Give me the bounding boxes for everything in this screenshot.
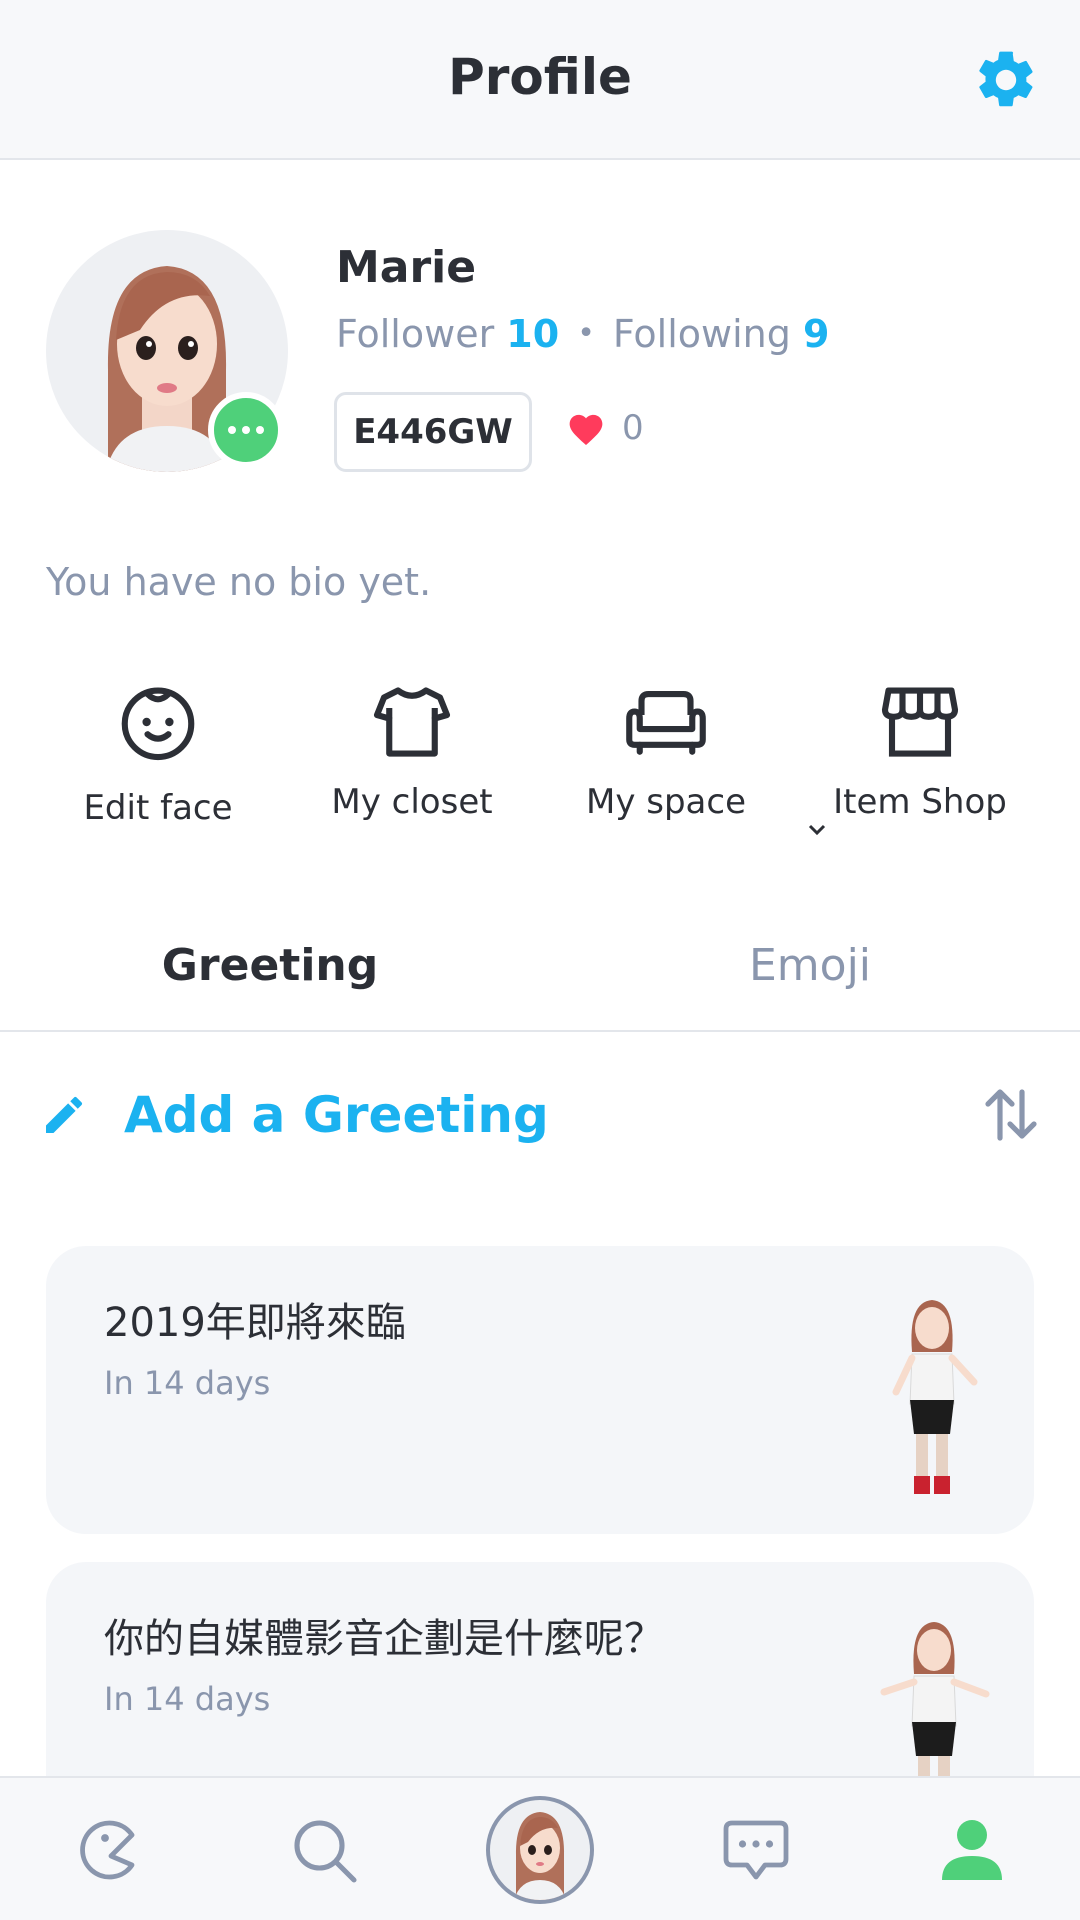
shop-icon — [881, 687, 959, 757]
chat-icon — [723, 1820, 789, 1880]
nav-profile[interactable] — [864, 1778, 1080, 1920]
action-label: My closet — [331, 782, 493, 822]
top-bar: Profile — [0, 0, 1080, 160]
item-shop-button[interactable]: Item Shop — [800, 680, 1040, 838]
follower-count: 10 — [506, 312, 560, 356]
greeting-card[interactable]: 2019年即將來臨 In 14 days — [46, 1246, 1034, 1534]
sofa-icon — [626, 690, 706, 755]
follow-stats: Follower 10 • Following 9 — [336, 312, 829, 356]
following-count: 9 — [802, 312, 830, 356]
action-label: Item Shop — [833, 782, 1007, 822]
sort-button[interactable] — [982, 1084, 1038, 1144]
likes[interactable]: 0 — [566, 408, 644, 448]
add-greeting-label: Add a Greeting — [124, 1086, 549, 1144]
edit-face-button[interactable]: Edit face — [38, 680, 278, 828]
face-icon — [121, 687, 195, 761]
page-title: Profile — [448, 48, 632, 106]
nav-home[interactable] — [0, 1778, 216, 1920]
pacman-icon — [80, 1820, 135, 1880]
greeting-schedule: In 14 days — [104, 1364, 271, 1402]
chevron-down-icon — [808, 824, 826, 836]
bio-text[interactable]: You have no bio yet. — [46, 560, 431, 604]
avatar-figure — [880, 1622, 990, 1784]
nav-search[interactable] — [216, 1778, 432, 1920]
action-label: My space — [585, 782, 746, 822]
add-greeting-button[interactable]: Add a Greeting — [40, 1080, 549, 1150]
person-icon — [942, 1820, 1002, 1880]
greeting-title: 2019年即將來臨 — [104, 1300, 406, 1346]
follower-label: Follower — [336, 312, 495, 356]
pencil-icon — [46, 1096, 83, 1133]
nav-avatar[interactable] — [432, 1778, 648, 1920]
user-code-chip[interactable]: E446GW — [334, 392, 532, 472]
my-closet-button[interactable]: My closet — [292, 680, 532, 822]
quick-actions: Edit face My closet My space Item Shop — [0, 680, 1080, 850]
shirt-icon — [373, 687, 451, 757]
likes-count: 0 — [622, 408, 644, 448]
action-label-row: Item Shop — [800, 782, 1040, 838]
user-name: Marie — [336, 242, 477, 293]
sort-icon — [985, 1089, 1037, 1141]
search-icon — [294, 1820, 357, 1883]
follower-link[interactable]: Follower 10 — [336, 312, 559, 356]
gear-icon — [979, 51, 1033, 107]
heart-icon — [569, 414, 603, 446]
status-badge[interactable] — [208, 392, 284, 468]
greeting-title: 你的自媒體影音企劃是什麼呢？ — [104, 1616, 664, 1662]
following-link[interactable]: Following 9 — [613, 312, 830, 356]
my-space-button[interactable]: My space — [546, 680, 786, 822]
action-label: Edit face — [83, 788, 233, 828]
settings-button[interactable] — [972, 46, 1040, 114]
greeting-schedule: In 14 days — [104, 1680, 271, 1718]
nav-chat[interactable] — [648, 1778, 864, 1920]
greeting-emoji-tabs: Greeting Emoji — [0, 910, 1080, 1032]
tab-emoji[interactable]: Emoji — [540, 940, 1080, 991]
profile-avatar[interactable] — [46, 230, 288, 472]
stats-separator: • — [577, 316, 595, 351]
avatar-figure — [892, 1300, 978, 1494]
profile-screen: Profile Marie Follower 10 • Following 9 … — [0, 0, 1080, 1920]
following-label: Following — [612, 312, 791, 356]
bottom-navigation — [0, 1776, 1080, 1920]
avatar-icon — [486, 1796, 594, 1904]
tab-greeting[interactable]: Greeting — [0, 940, 540, 991]
